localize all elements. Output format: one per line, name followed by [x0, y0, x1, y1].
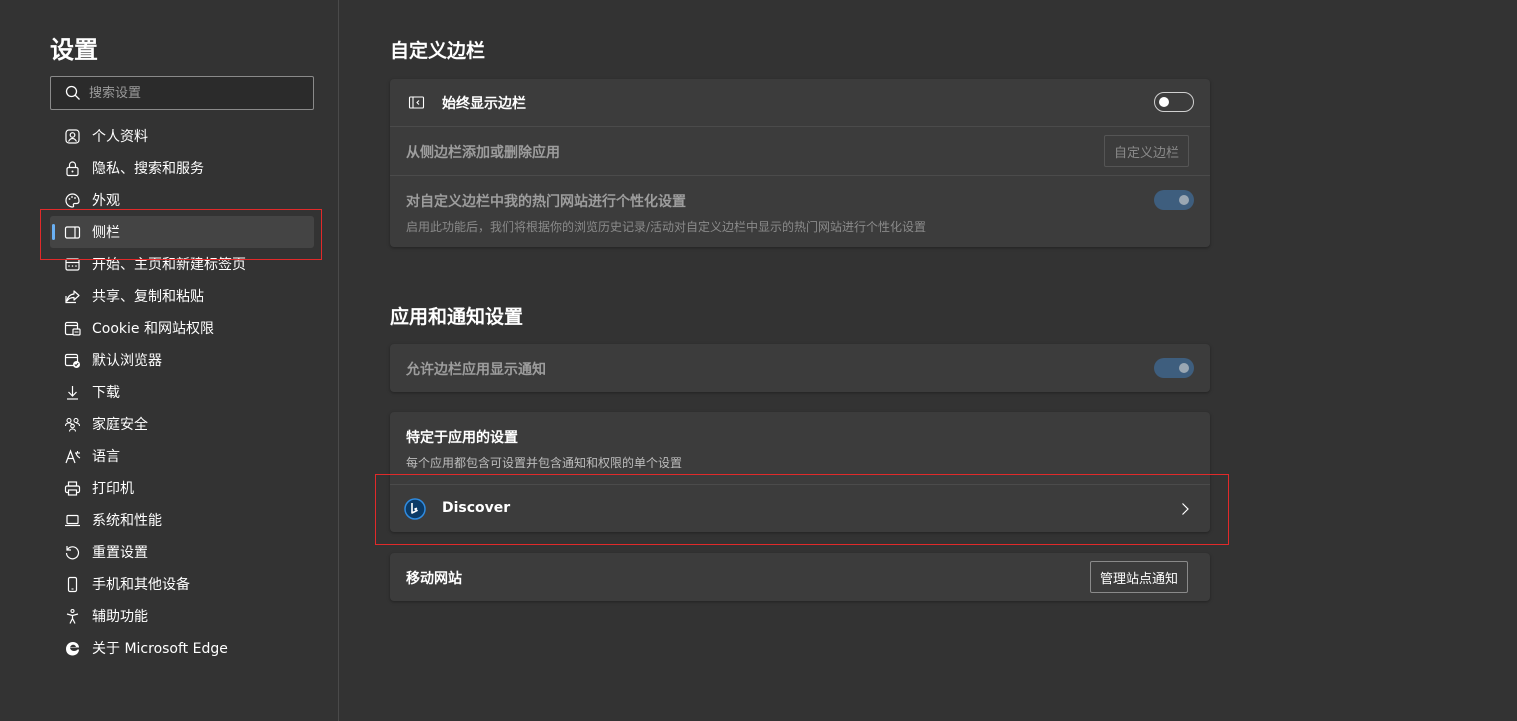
nav-item-sidebar[interactable]: 侧栏 — [50, 216, 314, 248]
always-show-toggle[interactable] — [1154, 92, 1194, 112]
nav-item-printers[interactable]: 打印机 — [50, 472, 314, 504]
home-tabs-icon — [64, 256, 81, 273]
always-show-row: 始终显示边栏 — [390, 79, 1210, 126]
nav-item-appearance[interactable]: 外观 — [50, 184, 314, 216]
add-remove-row: 从侧边栏添加或删除应用 自定义边栏 — [390, 127, 1210, 175]
profile-icon — [64, 128, 81, 145]
mobile-sites-card: 移动网站 管理站点通知 — [390, 553, 1210, 601]
personalize-toggle[interactable] — [1154, 190, 1194, 210]
personalize-row: 对自定义边栏中我的热门网站进行个性化设置 启用此功能后，我们将根据你的浏览历史记… — [390, 176, 1210, 247]
manage-site-notifications-button[interactable]: 管理站点通知 — [1090, 561, 1189, 593]
site-permissions-icon — [64, 320, 81, 337]
toggle-knob — [1179, 363, 1189, 373]
customize-sidebar-card: 始终显示边栏 从侧边栏添加或删除应用 自定义边栏 对自定义边栏中我的热门网站进行… — [390, 79, 1210, 247]
customize-sidebar-button[interactable]: 自定义边栏 — [1104, 135, 1190, 167]
nav-label: 隐私、搜索和服务 — [92, 161, 204, 177]
nav-item-privacy[interactable]: 隐私、搜索和服务 — [50, 152, 314, 184]
settings-title: 设置 — [50, 36, 98, 64]
sidebar-panel-icon — [64, 224, 81, 241]
nav-item-phone[interactable]: 手机和其他设备 — [50, 568, 314, 600]
app-specific-label: 特定于应用的设置 — [406, 430, 518, 446]
section-title-app-notifications: 应用和通知设置 — [390, 306, 524, 328]
settings-app: 设置 个人资料 隐私、搜索和服务 — [0, 0, 1517, 721]
settings-nav: 个人资料 隐私、搜索和服务 外观 侧栏 开始、主页和新建标签页 共享、复制和粘贴… — [50, 120, 314, 664]
nav-item-accessibility[interactable]: 辅助功能 — [50, 600, 314, 632]
nav-item-start-home[interactable]: 开始、主页和新建标签页 — [50, 248, 314, 280]
nav-label: 重置设置 — [92, 545, 148, 561]
nav-label: 手机和其他设备 — [92, 577, 190, 593]
nav-item-about[interactable]: 关于 Microsoft Edge — [50, 632, 314, 664]
search-input[interactable] — [89, 77, 309, 109]
nav-item-family-safety[interactable]: 家庭安全 — [50, 408, 314, 440]
toggle-knob — [1159, 97, 1169, 107]
app-specific-card: 特定于应用的设置 每个应用都包含可设置并包含通知和权限的单个设置 Discove… — [390, 412, 1210, 532]
lock-icon — [64, 160, 81, 177]
nav-label: 下载 — [92, 385, 120, 401]
nav-item-cookies[interactable]: Cookie 和网站权限 — [50, 312, 314, 344]
default-browser-icon — [64, 352, 81, 369]
nav-item-downloads[interactable]: 下载 — [50, 376, 314, 408]
nav-label: 默认浏览器 — [92, 353, 162, 369]
section-title-customize: 自定义边栏 — [390, 40, 486, 62]
search-icon — [65, 85, 80, 100]
nav-item-reset[interactable]: 重置设置 — [50, 536, 314, 568]
nav-label: 侧栏 — [92, 225, 120, 241]
sidebar-toggle-icon — [408, 94, 425, 111]
settings-sidebar: 设置 个人资料 隐私、搜索和服务 — [0, 0, 339, 721]
nav-label: 家庭安全 — [92, 417, 148, 433]
nav-label: 外观 — [92, 193, 120, 209]
nav-label: 打印机 — [92, 481, 134, 497]
edge-logo-icon — [64, 640, 81, 657]
nav-item-default-browser[interactable]: 默认浏览器 — [50, 344, 314, 376]
chevron-right-icon — [1178, 501, 1192, 515]
palette-icon — [64, 192, 81, 209]
toggle-knob — [1179, 195, 1189, 205]
nav-item-profile[interactable]: 个人资料 — [50, 120, 314, 152]
nav-item-system[interactable]: 系统和性能 — [50, 504, 314, 536]
add-remove-label: 从侧边栏添加或删除应用 — [406, 145, 560, 161]
allow-notifications-toggle[interactable] — [1154, 358, 1194, 378]
family-icon — [64, 416, 81, 433]
nav-label: 关于 Microsoft Edge — [92, 641, 228, 657]
share-icon — [64, 288, 81, 305]
phone-icon — [64, 576, 81, 593]
allow-notifications-card: 允许边栏应用显示通知 — [390, 344, 1210, 392]
discover-bing-icon — [404, 498, 426, 520]
nav-label: 辅助功能 — [92, 609, 148, 625]
nav-label: 个人资料 — [92, 129, 148, 145]
nav-label: 开始、主页和新建标签页 — [92, 257, 246, 273]
download-icon — [64, 384, 81, 401]
search-box[interactable] — [50, 76, 314, 110]
personalize-desc: 启用此功能后，我们将根据你的浏览历史记录/活动对自定义边栏中显示的热门网站进行个… — [406, 220, 927, 234]
nav-label: Cookie 和网站权限 — [92, 321, 214, 337]
app-specific-desc: 每个应用都包含可设置并包含通知和权限的单个设置 — [406, 456, 683, 470]
discover-app-row[interactable]: Discover — [390, 485, 1210, 532]
nav-label: 系统和性能 — [92, 513, 162, 529]
personalize-label: 对自定义边栏中我的热门网站进行个性化设置 — [406, 194, 686, 210]
nav-item-languages[interactable]: 语言 — [50, 440, 314, 472]
accessibility-icon — [64, 608, 81, 625]
allow-notifications-label: 允许边栏应用显示通知 — [406, 362, 546, 378]
printer-icon — [64, 480, 81, 497]
reset-icon — [64, 544, 81, 561]
nav-item-share[interactable]: 共享、复制和粘贴 — [50, 280, 314, 312]
discover-app-name: Discover — [442, 500, 511, 516]
language-icon — [64, 448, 81, 465]
nav-label: 共享、复制和粘贴 — [92, 289, 204, 305]
laptop-icon — [64, 512, 81, 529]
mobile-sites-label: 移动网站 — [406, 571, 462, 587]
always-show-label: 始终显示边栏 — [442, 96, 526, 112]
nav-label: 语言 — [92, 449, 120, 465]
